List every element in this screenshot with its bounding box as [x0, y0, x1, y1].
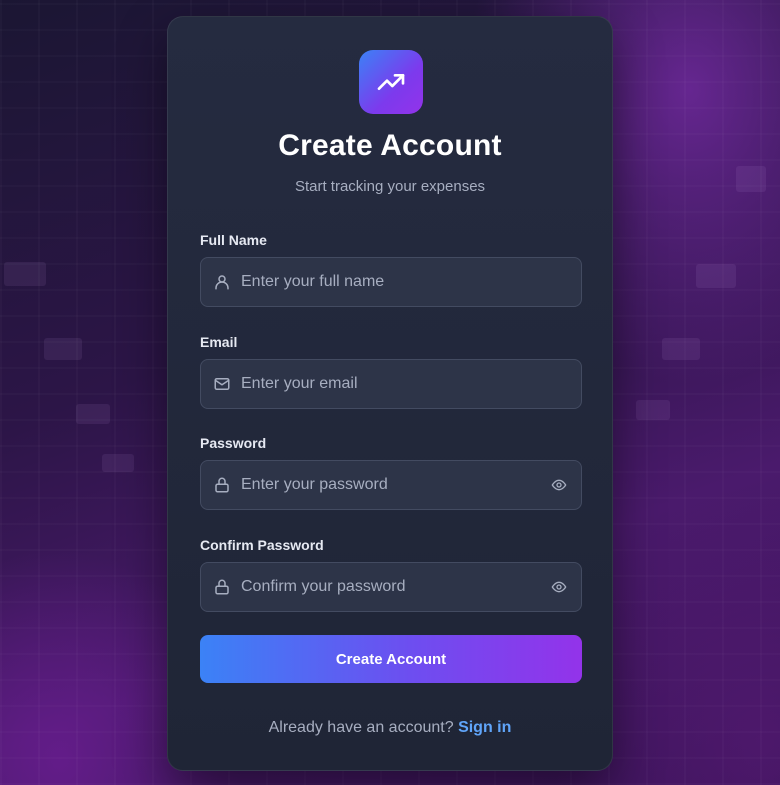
- full-name-field-container: [200, 257, 582, 307]
- password-label: Password: [200, 435, 267, 451]
- page-subtitle: Start tracking your expenses: [294, 178, 486, 195]
- lock-icon: [212, 475, 232, 495]
- full-name-input[interactable]: [241, 258, 541, 306]
- signup-card: Create Account Start tracking your expen…: [167, 16, 613, 771]
- eye-icon[interactable]: [548, 475, 570, 495]
- mail-icon: [212, 374, 232, 394]
- signin-prompt: Already have an account? Sign in: [168, 719, 612, 737]
- trending-up-icon: [377, 74, 405, 90]
- full-name-label: Full Name: [200, 232, 267, 248]
- eye-icon[interactable]: [548, 577, 570, 597]
- create-account-button[interactable]: Create Account: [200, 635, 582, 683]
- password-input[interactable]: [241, 461, 541, 509]
- background-decoration: [102, 454, 134, 472]
- user-icon: [212, 272, 232, 292]
- lock-icon: [212, 577, 232, 597]
- page-title: Create Account: [278, 129, 502, 162]
- background-decoration: [44, 338, 82, 360]
- background-decoration: [76, 404, 110, 424]
- signin-prompt-text: Already have an account?: [268, 719, 454, 736]
- background-decoration: [636, 400, 670, 420]
- background-decoration: [4, 262, 46, 286]
- background-decoration: [736, 166, 766, 192]
- confirm-password-field-container: [200, 562, 582, 612]
- email-field-container: [200, 359, 582, 409]
- email-label: Email: [200, 334, 238, 350]
- email-input[interactable]: [241, 360, 541, 408]
- sign-in-link[interactable]: Sign in: [458, 719, 511, 736]
- background-decoration: [696, 264, 736, 288]
- password-field-container: [200, 460, 582, 510]
- confirm-password-input[interactable]: [241, 563, 541, 611]
- background-decoration: [662, 338, 700, 360]
- confirm-password-label: Confirm Password: [200, 537, 324, 553]
- app-logo: [359, 50, 423, 114]
